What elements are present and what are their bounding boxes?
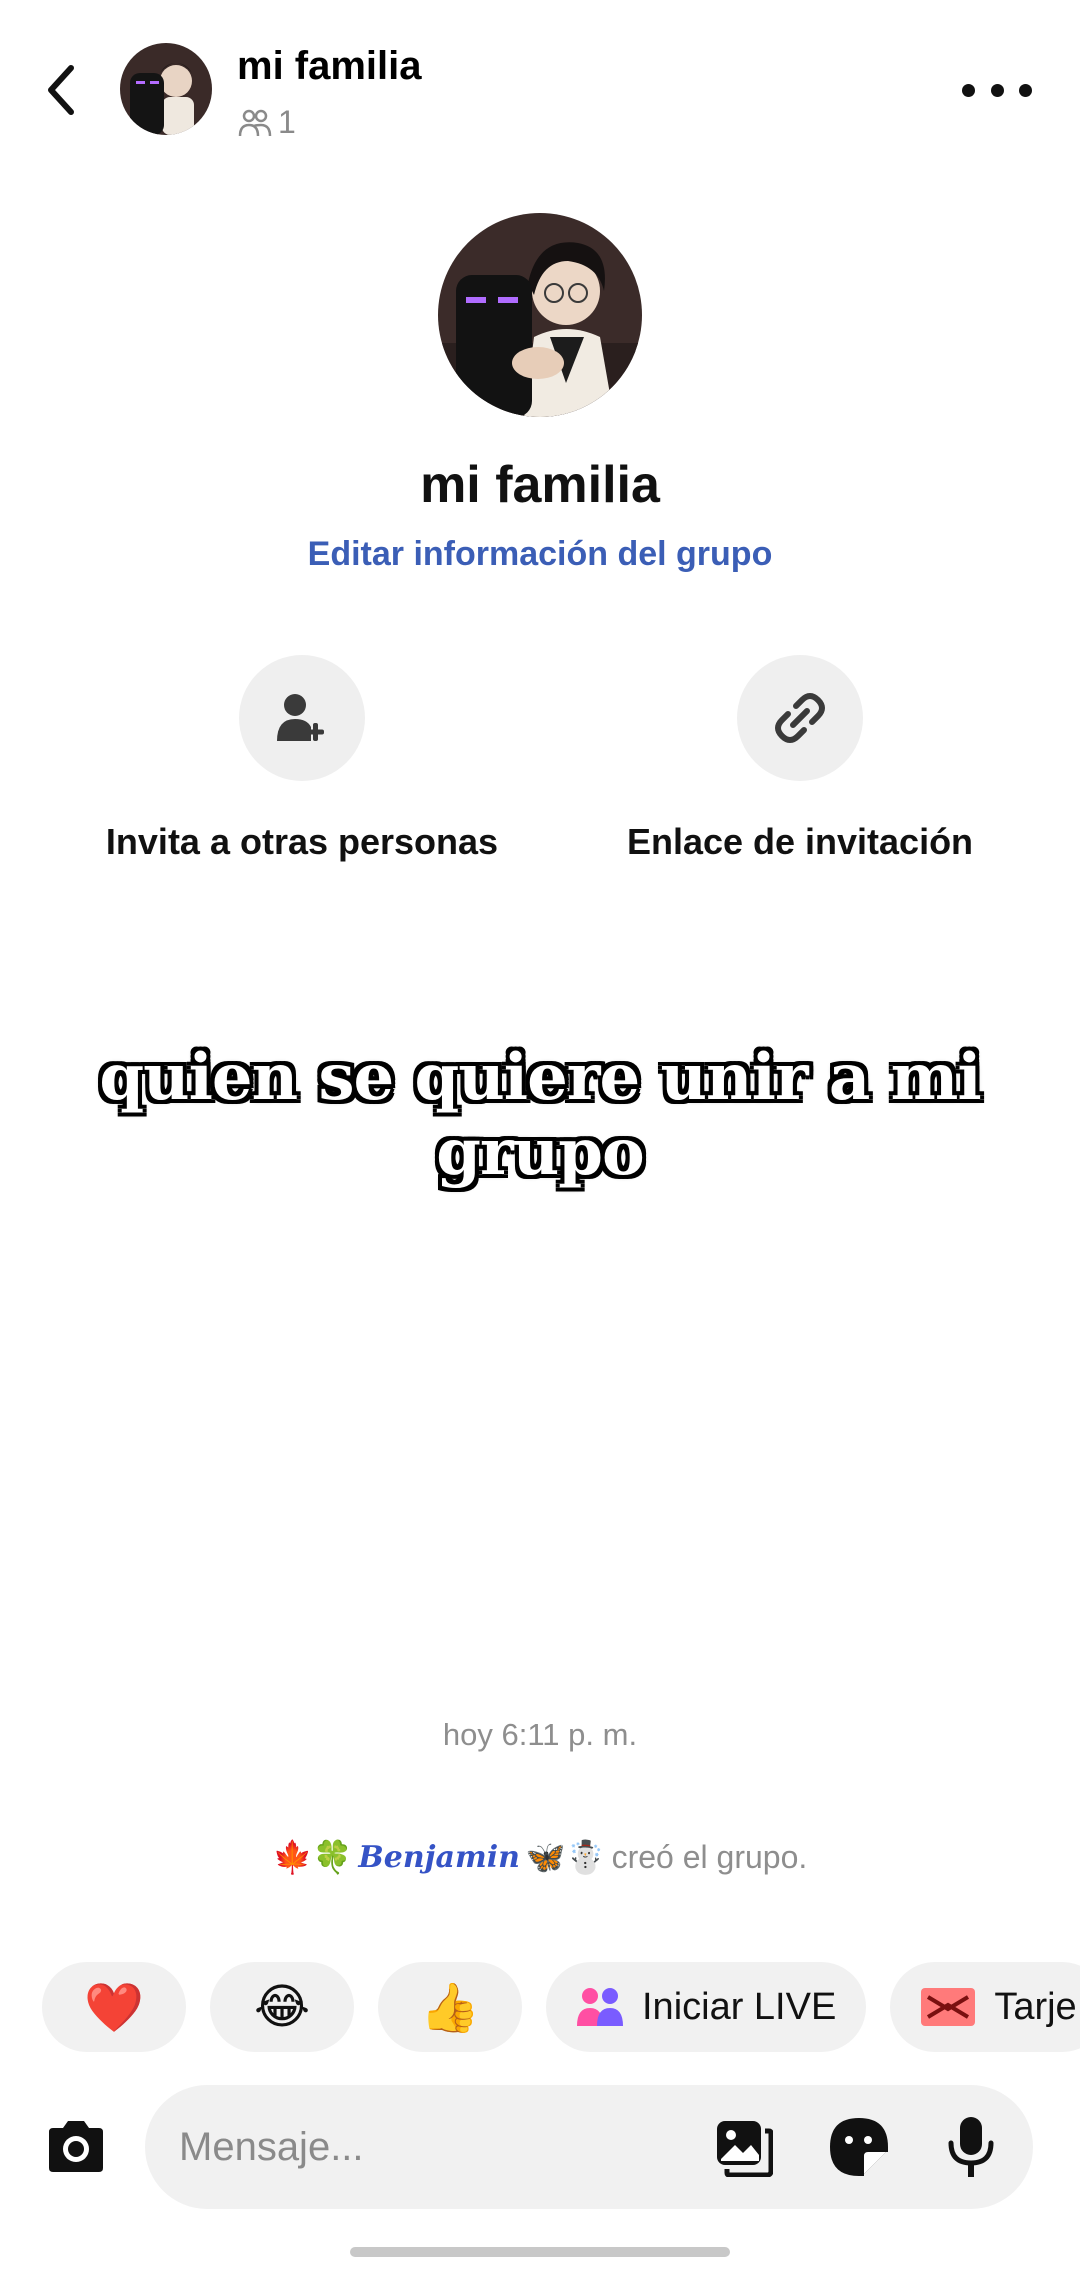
creator-emoji-suffix: 🦋☃️: [525, 1839, 606, 1875]
quick-reply-chips: ❤️ 😂 👍 Iniciar LIVE Tarje: [42, 1962, 1080, 2052]
group-avatar-small[interactable]: [120, 43, 212, 135]
heart-icon: ❤️: [84, 1981, 144, 2035]
add-person-icon: [277, 694, 324, 741]
created-text: creó el grupo.: [611, 1838, 808, 1875]
camera-icon: [49, 2121, 103, 2172]
microphone-button[interactable]: [939, 2115, 1003, 2179]
gallery-icon: [717, 2121, 773, 2177]
heart-reaction-chip[interactable]: ❤️: [42, 1962, 186, 2052]
card-icon: [920, 1987, 976, 2027]
invite-people-label: Invita a otras personas: [105, 821, 499, 862]
chevron-left-icon: [48, 65, 74, 115]
message-timestamp: hoy 6:11 p. m.: [442, 1717, 638, 1752]
link-icon: [775, 693, 825, 743]
thumbs-up-reaction-chip[interactable]: 👍: [378, 1962, 522, 2052]
message-composer: [145, 2085, 1033, 2209]
card-chip[interactable]: Tarje: [890, 1962, 1080, 2052]
start-live-label: Iniciar LIVE: [642, 1985, 837, 2028]
member-count[interactable]: 1: [238, 104, 296, 141]
gallery-button[interactable]: [711, 2115, 775, 2179]
back-button[interactable]: [30, 50, 90, 130]
people-live-icon: [576, 1986, 624, 2028]
more-options-button[interactable]: [962, 70, 1032, 110]
message-input[interactable]: [179, 2115, 679, 2179]
group-created-message: 🍁🍀 Benjamin 🦋☃️ creó el grupo.: [0, 1838, 1080, 1876]
microphone-icon: [948, 2117, 994, 2177]
invite-people-button[interactable]: Invita a otras personas: [92, 655, 512, 863]
group-name: mi familia: [420, 456, 660, 514]
chat-title[interactable]: mi familia: [237, 44, 422, 89]
thumbs-up-icon: 👍: [420, 1981, 480, 2035]
camera-button[interactable]: [36, 2107, 116, 2187]
sticker-button[interactable]: [827, 2115, 891, 2179]
member-count-value: 1: [278, 104, 296, 140]
card-label: Tarje: [994, 1985, 1077, 2028]
invite-link-label: Enlace de invitación: [626, 821, 974, 862]
group-avatar-large[interactable]: [438, 213, 642, 417]
start-live-chip[interactable]: Iniciar LIVE: [546, 1962, 867, 2052]
more-horizontal-icon: [962, 83, 975, 97]
chat-header: mi familia 1: [0, 0, 1080, 170]
creator-emoji-prefix: 🍁🍀: [272, 1839, 353, 1875]
edit-group-info-link[interactable]: Editar información del grupo: [0, 535, 1080, 574]
people-icon: [238, 109, 272, 136]
laughing-face-icon: 😂: [253, 1981, 311, 2034]
invite-link-button[interactable]: Enlace de invitación: [590, 655, 1010, 863]
creator-name[interactable]: Benjamin: [358, 1840, 520, 1875]
sticker-icon: [830, 2118, 888, 2176]
laugh-reaction-chip[interactable]: 😂: [210, 1962, 354, 2052]
overlay-caption: quien se quiere unir a mi grupo: [99, 1040, 981, 1190]
home-indicator[interactable]: [350, 2247, 730, 2257]
